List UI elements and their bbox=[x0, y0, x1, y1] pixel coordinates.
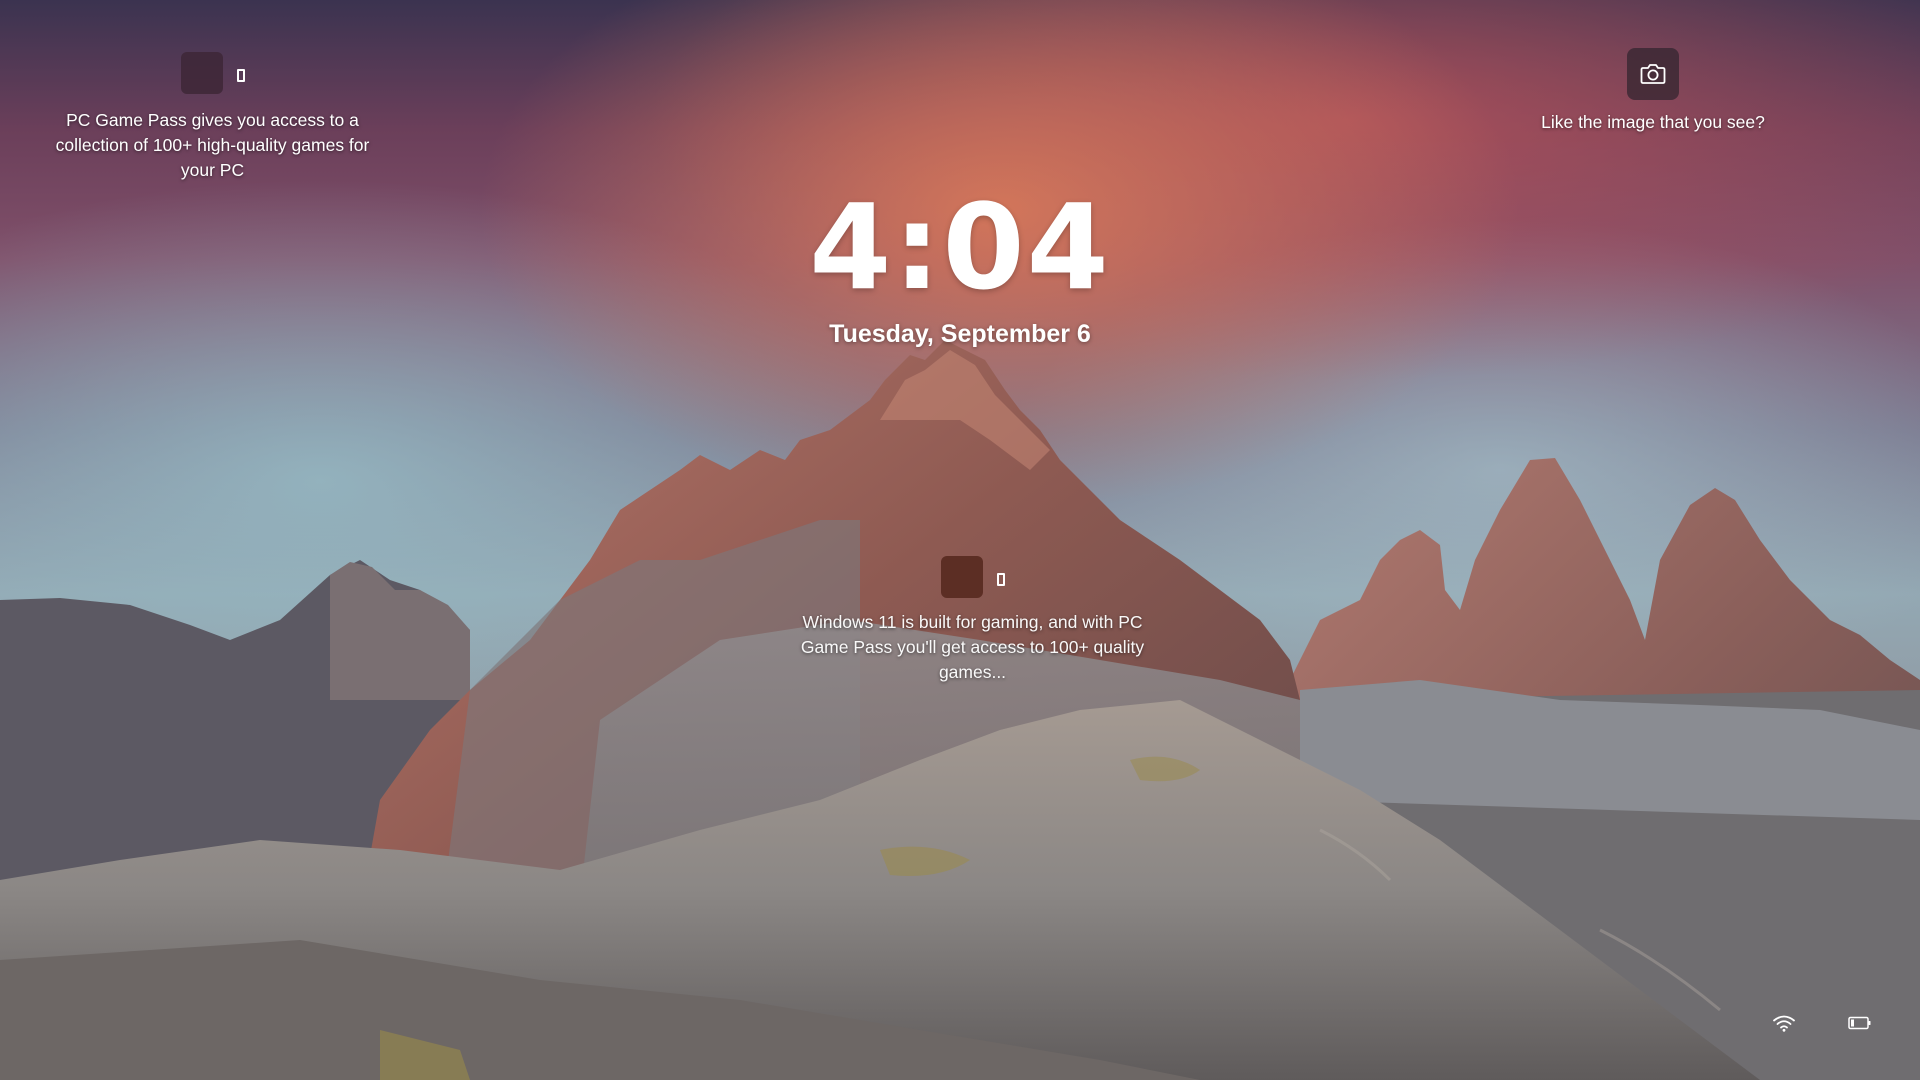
lock-date: Tuesday, September 6 bbox=[829, 320, 1091, 348]
battery-icon[interactable] bbox=[1848, 1016, 1872, 1030]
tip-widget-icons bbox=[40, 52, 385, 94]
spotlight-text[interactable]: Like the image that you see? bbox=[1520, 110, 1786, 135]
camera-button[interactable] bbox=[1627, 48, 1679, 100]
link-icon bbox=[236, 68, 245, 82]
lock-clock: 4:04 bbox=[809, 178, 1111, 316]
app-tile-icon bbox=[940, 556, 983, 598]
spotlight-widget[interactable]: Like the image that you see? bbox=[1520, 48, 1786, 135]
app-tile-icon bbox=[180, 52, 223, 94]
link-icon bbox=[996, 572, 1005, 586]
lock-screen[interactable]: PC Game Pass gives you access to a colle… bbox=[0, 0, 1920, 1080]
tip-widget-center[interactable]: Windows 11 is built for gaming, and with… bbox=[800, 556, 1145, 685]
tip-text[interactable]: Windows 11 is built for gaming, and with… bbox=[800, 610, 1145, 685]
camera-icon bbox=[1640, 64, 1666, 84]
tip-widget-icons bbox=[800, 556, 1145, 598]
battery-level-fill bbox=[1851, 1019, 1854, 1027]
status-area bbox=[1772, 1014, 1872, 1032]
tip-text[interactable]: PC Game Pass gives you access to a colle… bbox=[40, 108, 385, 183]
wifi-icon[interactable] bbox=[1772, 1014, 1796, 1032]
tip-widget-left[interactable]: PC Game Pass gives you access to a colle… bbox=[40, 52, 385, 183]
